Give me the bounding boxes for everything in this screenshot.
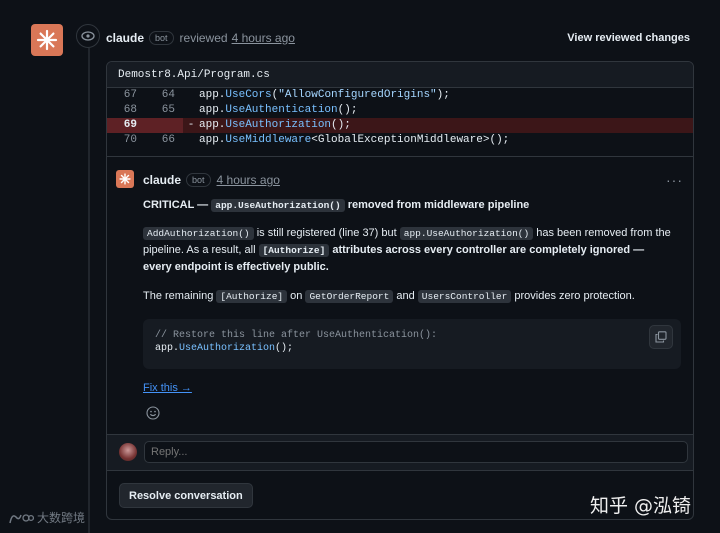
inline-code: AddAuthorization() [143,227,254,240]
copy-icon[interactable] [649,325,673,349]
review-time-link[interactable]: 4 hours ago [232,31,295,45]
new-line-number: 66 [161,134,175,146]
review-header: claude bot reviewed 4 hours ago View rev… [106,30,690,46]
paragraph-text: is still registered (line 37) but [256,227,397,239]
smiley-icon[interactable] [143,403,163,423]
watermark-logo-icon [9,513,34,523]
bot-badge: bot [149,31,174,45]
claude-logo-icon [119,173,131,185]
review-author[interactable]: claude [106,31,144,45]
code-line: app.UseCors("AllowConfiguredOrigins"); [199,89,450,101]
paragraph-text: and [396,290,415,302]
inline-code: [Authorize] [216,290,288,303]
resolve-conversation-button[interactable]: Resolve conversation [119,483,253,508]
claude-logo-icon [36,29,58,51]
old-line-number: 68 [123,104,137,116]
diff-line-deleted[interactable]: 69 - app.UseAuthorization(); [107,118,693,133]
snippet-comment: // Restore this line after UseAuthentica… [155,330,438,341]
diff-line[interactable]: 68 65 app.UseAuthentication(); [107,103,693,118]
title-code: app.UseAuthorization() [211,199,345,212]
old-line-number: 69 [107,118,145,133]
title-suffix: removed from middleware pipeline [347,199,530,211]
more-options-icon[interactable]: ··· [666,172,683,188]
code-line: app.UseAuthentication(); [199,104,358,116]
timeline-line [88,48,90,533]
diff-table: 67 64 app.UseCors("AllowConfiguredOrigins"… [107,88,693,148]
watermark-left: 大数跨境 [8,509,85,526]
diff-sign: - [187,119,195,131]
paragraph-text: provides zero protection. [514,290,635,302]
review-comment: claude bot 4 hours ago ··· CRITICAL — ap… [107,156,693,436]
comment-avatar[interactable] [116,170,134,188]
paragraph-text: on [290,290,303,302]
comment-time-link[interactable]: 4 hours ago [217,173,280,187]
comment-author[interactable]: claude [143,173,181,187]
user-avatar [119,443,137,461]
eye-icon [76,24,100,48]
inline-code: [Authorize] [258,244,330,257]
file-path[interactable]: Demostr8.Api/Program.cs [107,62,693,88]
diff-line[interactable]: 67 64 app.UseCors("AllowConfiguredOrigins"… [107,88,693,103]
review-thread: Demostr8.Api/Program.cs 67 64 app.UseCors(… [106,61,694,520]
diff-sign [183,103,199,118]
inline-code: UsersController [417,290,512,303]
comment-paragraph-2: The remaining [Authorize] on GetOrderRep… [143,288,673,305]
bot-badge: bot [186,173,211,187]
old-line-number: 70 [123,134,137,146]
snippet-code: app.UseAuthorization(); [155,343,294,354]
paragraph-text: The remaining [143,290,214,302]
new-line-number: 65 [161,104,175,116]
old-line-number: 67 [123,89,137,101]
code-line: app.UseAuthorization(); [199,119,351,131]
inline-code: GetOrderReport [305,290,394,303]
title-prefix: CRITICAL — [143,199,209,211]
diff-sign [183,88,199,103]
watermark-right: 知乎 @泓锜 [590,495,692,517]
view-reviewed-changes-button[interactable]: View reviewed changes [567,32,690,44]
claude-avatar[interactable] [31,24,63,56]
diff-line[interactable]: 70 66 app.UseMiddleware<GlobalExceptionMid… [107,133,693,148]
new-line-number: 64 [161,89,175,101]
comment-paragraph-1: AddAuthorization() is still registered (… [143,225,673,276]
reply-row [107,434,693,470]
review-action: reviewed [179,31,228,45]
comment-header: claude bot 4 hours ago ··· [143,172,683,188]
reply-input[interactable] [144,441,688,463]
diff-sign [183,133,199,148]
code-snippet: // Restore this line after UseAuthentica… [143,319,681,369]
code-line: app.UseMiddleware<GlobalExceptionMiddlew… [199,134,510,146]
new-line-number [145,118,183,133]
inline-code: app.UseAuthorization() [399,227,534,240]
fix-this-link[interactable]: Fix this → [143,382,192,394]
comment-title: CRITICAL — app.UseAuthorization() remove… [143,197,673,214]
